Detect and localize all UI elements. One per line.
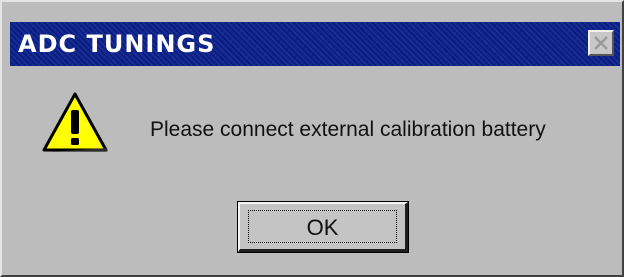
warning-icon: [42, 92, 108, 152]
alert-dialog: ADC TUNINGS Please connect external cali…: [0, 0, 624, 277]
title-bar[interactable]: ADC TUNINGS: [10, 22, 620, 66]
dialog-message: Please connect external calibration batt…: [150, 118, 546, 141]
ok-button-label: OK: [306, 215, 339, 240]
close-button[interactable]: [588, 30, 614, 56]
close-icon: [594, 36, 608, 50]
dialog-title: ADC TUNINGS: [18, 30, 216, 58]
ok-button[interactable]: OK: [237, 201, 409, 253]
